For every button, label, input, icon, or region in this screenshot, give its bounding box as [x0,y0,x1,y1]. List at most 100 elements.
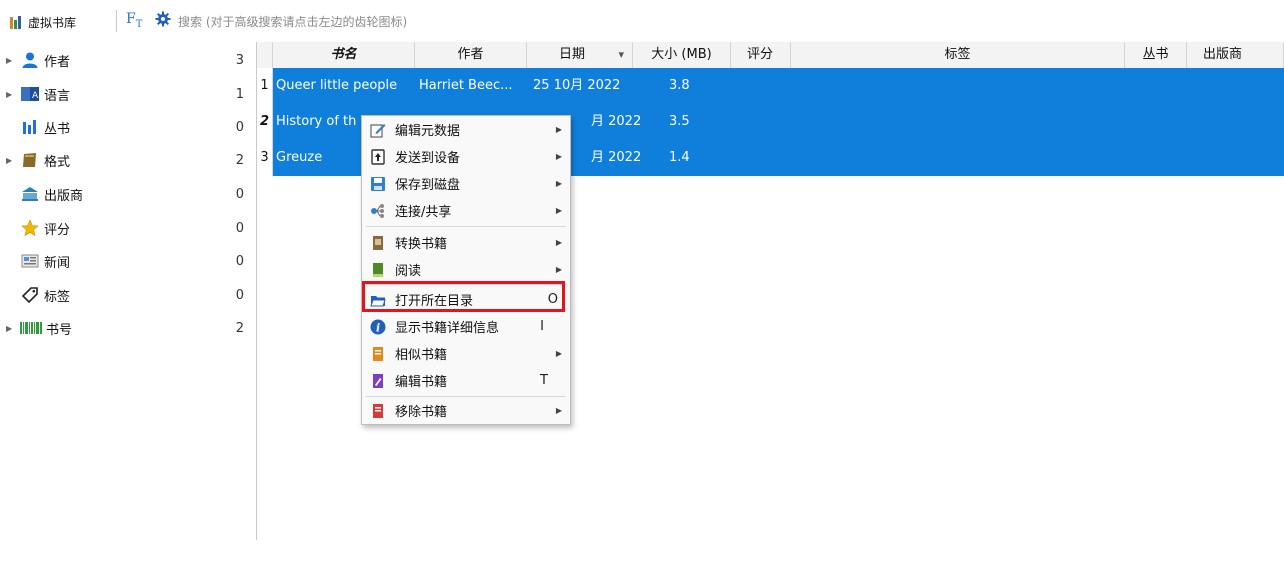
menu-item-label: 相似书籍 [395,348,448,363]
sidebar-item-tags[interactable]: 标签 0 [0,280,252,310]
sidebar-item-label: 语言 [44,88,71,104]
submenu-arrow-icon: ▶ [555,152,562,161]
sidebar-item-rating[interactable]: 评分 0 [0,213,252,243]
table-header: 书名 作者 日期 ▾ 大小 (MB) 评分 标签 丛书 出版商 [257,42,1284,69]
column-header-tags[interactable]: 标签 [791,42,1125,68]
sidebar-item-count: 2 [235,320,244,336]
column-header-publisher[interactable]: 出版商 [1187,42,1284,68]
column-header-series[interactable]: 丛书 [1125,42,1187,68]
sidebar-item-label: 作者 [44,54,71,70]
top-toolbar: 虚拟书库 FT [0,0,1284,40]
cell-date: 月 2022 [591,150,642,165]
menu-item-send-to-device[interactable]: 发送到设备 ▶ [362,143,570,170]
menu-item-connect-share[interactable]: 连接/共享 ▶ [362,197,570,224]
sidebar-item-isbn[interactable]: ▶ 书号 2 [0,313,252,343]
read-icon [370,262,386,278]
column-header-size[interactable]: 大小 (MB) [633,42,731,68]
submenu-arrow-icon: ▶ [555,125,562,134]
sidebar-item-formats[interactable]: ▶ 格式 2 [0,145,252,175]
cell-title: Greuze [276,150,323,165]
sidebar-item-label: 书号 [46,322,73,338]
menu-item-edit-metadata[interactable]: 编辑元数据 ▶ [362,116,570,143]
column-header-date[interactable]: 日期 ▾ [527,42,633,68]
tag-icon [20,285,40,305]
menu-separator [366,226,566,227]
sidebar-item-count: 0 [235,287,244,303]
table-row[interactable]: 1 Queer little people Harriet Beec... 25… [257,68,1284,104]
menu-item-label: 移除书籍 [395,405,448,420]
sidebar-item-label: 评分 [44,222,71,238]
expand-arrow-icon[interactable]: ▶ [6,56,16,65]
menu-item-label: 保存到磁盘 [395,178,461,193]
sidebar-item-news[interactable]: 新闻 0 [0,246,252,276]
sidebar-item-publishers[interactable]: 出版商 0 [0,179,252,209]
svg-text:i: i [376,321,380,334]
sidebar-item-count: 0 [235,119,244,135]
menu-item-remove-books[interactable]: 移除书籍 ▶ [362,397,570,424]
sidebar-item-label: 格式 [44,154,71,170]
expand-arrow-icon[interactable]: ▶ [6,156,16,165]
sidebar-item-label: 标签 [44,289,71,305]
edit-book-icon [370,373,386,389]
expand-arrow-icon[interactable]: ▶ [6,90,16,99]
row-number: 2 [257,104,273,140]
submenu-arrow-icon: ▶ [555,349,562,358]
context-menu: 编辑元数据 ▶ 发送到设备 ▶ 保存到磁盘 ▶ 连接/共享 ▶ 转换书籍 ▶ 阅… [361,115,571,425]
sidebar-item-label: 丛书 [44,121,71,137]
menu-item-label: 阅读 [395,264,422,279]
format-icon [20,150,40,170]
cell-size: 3.8 [669,78,690,93]
sidebar-item-count: 3 [235,52,244,68]
sidebar-item-count: 2 [235,152,244,168]
sidebar-item-series[interactable]: 丛书 0 [0,112,252,142]
cell-date: 月 2022 [591,114,642,129]
column-header-title[interactable]: 书名 [273,42,415,68]
virtual-library-label: 虚拟书库 [28,15,77,30]
menu-item-convert-books[interactable]: 转换书籍 ▶ [362,229,570,256]
cell-date: 25 10月 2022 [533,78,621,93]
barcode-icon [20,318,42,338]
menu-item-label: 编辑元数据 [395,124,461,139]
menu-item-label: 转换书籍 [395,237,448,252]
send-device-icon [370,148,386,165]
menu-item-read[interactable]: 阅读 ▶ [362,256,570,283]
submenu-arrow-icon: ▶ [555,238,562,247]
menu-item-similar-books[interactable]: 相似书籍 ▶ [362,340,570,367]
sidebar-item-label: 新闻 [44,255,71,271]
news-icon [20,251,40,271]
menu-item-label: 连接/共享 [395,205,452,220]
full-text-search-icon[interactable]: FT [126,11,142,30]
sidebar-item-authors[interactable]: ▶ 作者 3 [0,45,252,75]
menu-item-save-to-disk[interactable]: 保存到磁盘 ▶ [362,170,570,197]
row-number: 3 [257,140,273,176]
column-header-author[interactable]: 作者 [415,42,527,68]
gear-icon[interactable] [155,11,171,27]
expand-arrow-icon[interactable]: ▶ [6,324,16,333]
sidebar-item-count: 0 [235,253,244,269]
search-input[interactable] [176,10,1280,34]
menu-item-edit-book[interactable]: 编辑书籍 T [362,367,570,394]
cell-title: History of th [276,114,357,129]
highlight-box [362,281,565,312]
cell-title: Queer little people [276,78,398,93]
sort-arrow-icon: ▾ [618,48,624,61]
header-corner [257,42,273,68]
menu-item-show-book-details[interactable]: i 显示书籍详细信息 I [362,313,570,340]
column-header-date-label: 日期 [559,47,586,62]
info-icon: i [370,319,386,335]
shortcut-label: I [540,319,544,334]
virtual-library-button[interactable]: 虚拟书库 [10,12,76,32]
virtual-library-icon [10,15,24,29]
submenu-arrow-icon: ▶ [555,206,562,215]
cell-author: Harriet Beec... [419,78,513,93]
language-icon: A [20,84,40,104]
sidebar-item-count: 0 [235,186,244,202]
edit-metadata-icon [370,122,386,138]
menu-item-label: 编辑书籍 [395,375,448,390]
shortcut-label: T [540,373,548,388]
row-number: 1 [257,68,273,104]
sidebar-item-languages[interactable]: ▶ A 语言 1 [0,79,252,109]
publisher-icon [20,184,40,204]
column-header-rating[interactable]: 评分 [731,42,791,68]
svg-text:A: A [32,91,39,101]
